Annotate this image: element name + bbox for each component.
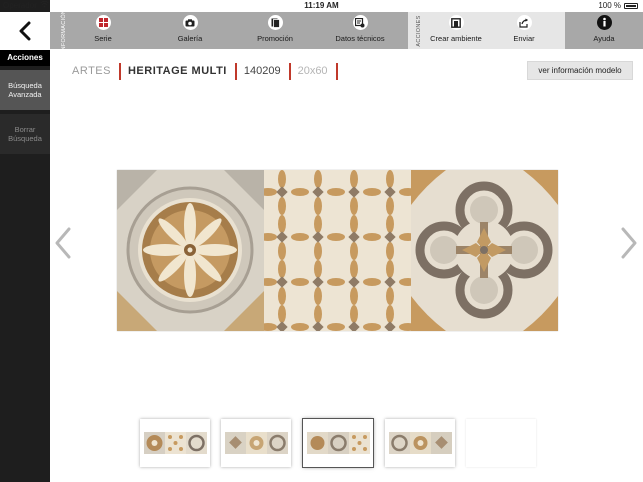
grid-icon — [95, 15, 111, 30]
crear-ambiente-label: Crear ambiente — [430, 34, 482, 43]
sidebar-section-label: Acciones — [0, 50, 50, 66]
breadcrumb-code: 140209 — [243, 65, 281, 77]
chevron-right-icon — [621, 227, 637, 259]
crear-ambiente-button[interactable]: Crear ambiente — [426, 12, 486, 49]
technical-data-icon — [352, 15, 368, 30]
serie-button[interactable]: Serie — [80, 12, 126, 49]
galeria-label: Galería — [177, 34, 203, 43]
sidebar-item-label: Borrar Búsqueda — [8, 125, 42, 143]
thumbnail-empty — [466, 419, 536, 467]
sidebar-item-clear-search[interactable]: Borrar Búsqueda — [0, 114, 50, 154]
tile-preview-image — [117, 170, 558, 331]
sidebar-item-label: Búsqueda Avanzada — [8, 81, 42, 99]
room-icon — [448, 15, 464, 30]
datos-tecnicos-button[interactable]: Datos técnicos — [332, 12, 388, 49]
chevron-left-icon — [55, 227, 71, 259]
serie-label: Serie — [94, 34, 112, 43]
breadcrumb-separator — [234, 62, 237, 80]
thumbnail-image — [306, 432, 370, 454]
tile-pattern-lattice — [264, 170, 411, 331]
help-group: Ayuda — [565, 12, 643, 49]
document-icon — [267, 15, 283, 30]
ayuda-button[interactable]: Ayuda — [587, 12, 621, 49]
breadcrumb-separator — [288, 62, 291, 80]
next-arrow-button[interactable] — [618, 226, 640, 260]
tile-pattern-quatrefoil — [411, 170, 558, 331]
sidebar: Acciones Búsqueda Avanzada Borrar Búsque… — [0, 0, 50, 482]
battery-percent: 100 % — [598, 1, 621, 10]
app-screen: Operador 11:19 AM 100 % Acciones Búsqued… — [0, 0, 643, 482]
previous-arrow-button[interactable] — [52, 226, 74, 260]
promocion-button[interactable]: Promoción — [248, 12, 302, 49]
enviar-label: Enviar — [513, 34, 535, 43]
enviar-button[interactable]: Enviar — [506, 12, 542, 49]
promocion-label: Promoción — [257, 34, 293, 43]
thumbnail-2[interactable] — [221, 419, 291, 467]
battery-status: 100 % — [598, 0, 638, 12]
back-button[interactable] — [0, 12, 50, 50]
thumbnail-image — [224, 432, 288, 454]
breadcrumb-size: 20x60 — [297, 65, 328, 77]
share-icon — [516, 15, 532, 30]
camera-icon — [182, 15, 198, 30]
status-bar: Operador 11:19 AM 100 % — [0, 0, 643, 12]
breadcrumb-separator — [335, 62, 338, 80]
breadcrumb: ARTES HERITAGE MULTI 140209 20x60 — [72, 62, 345, 80]
thumbnail-1[interactable] — [140, 419, 210, 467]
thumbnail-3[interactable] — [303, 419, 373, 467]
battery-icon — [624, 3, 638, 9]
tile-pattern-rosette — [117, 170, 264, 331]
actions-group: ACCIONES Crear ambiente Enviar — [408, 12, 565, 49]
sidebar-item-advanced-search[interactable]: Búsqueda Avanzada — [0, 70, 50, 110]
info-icon — [596, 15, 612, 30]
info-section-label: INFORMACIÓN — [61, 9, 67, 52]
top-toolbar: INFORMACIÓN Serie Galería Promoción Dato — [50, 9, 643, 52]
ayuda-label: Ayuda — [593, 34, 615, 43]
galeria-button[interactable]: Galería — [165, 12, 215, 49]
breadcrumb-separator — [118, 62, 121, 80]
thumbnail-image — [143, 432, 207, 454]
model-info-button[interactable]: ver información modelo — [527, 61, 633, 80]
datos-tecnicos-label: Datos técnicos — [335, 34, 385, 43]
thumbnail-4[interactable] — [385, 419, 455, 467]
actions-section-label: ACCIONES — [416, 14, 422, 47]
chevron-left-icon — [19, 21, 31, 41]
breadcrumb-category[interactable]: ARTES — [72, 65, 119, 77]
thumbnail-image — [388, 432, 452, 454]
breadcrumb-model: HERITAGE MULTI — [127, 65, 227, 77]
clock: 11:19 AM — [304, 1, 339, 10]
